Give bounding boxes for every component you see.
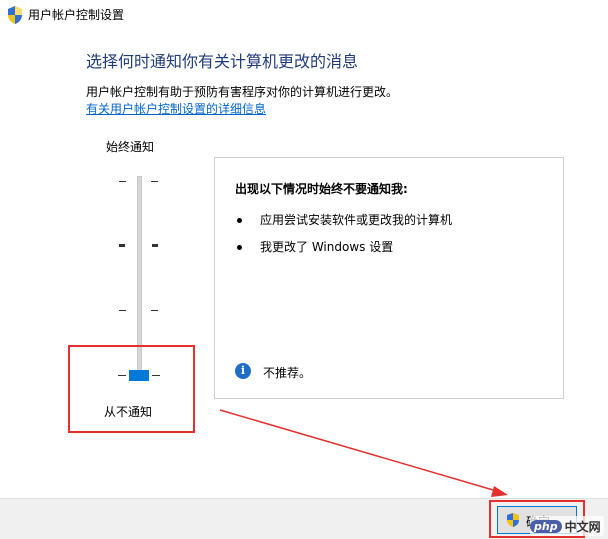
slider-tick <box>152 244 158 247</box>
uac-shield-icon <box>8 6 22 24</box>
slider-tick <box>119 181 126 182</box>
slider-tick <box>151 310 158 311</box>
slider-top-label: 始终通知 <box>106 140 155 154</box>
window-title: 用户帐户控制设置 <box>28 8 125 22</box>
site-watermark: php 中文网 <box>530 516 604 536</box>
info-icon: i <box>235 363 251 379</box>
panel-bullet-text: 我更改了 Windows 设置 <box>260 240 394 254</box>
slider-tick <box>119 244 125 247</box>
level-description-panel: 出现以下情况时始终不要通知我: 应用尝试安装软件或更改我的计算机 我更改了 Wi… <box>214 157 564 399</box>
bullet-dot-icon <box>237 245 242 250</box>
bullet-dot-icon <box>237 218 242 223</box>
annotation-highlight-slider <box>68 345 195 433</box>
panel-bullet: 应用尝试安装软件或更改我的计算机 <box>237 211 452 228</box>
page-description: 用户帐户控制有助于预防有害程序对你的计算机进行更改。 <box>86 85 399 99</box>
slider-tick <box>119 310 126 311</box>
watermark-logo: php <box>530 519 562 533</box>
panel-note: 不推荐。 <box>263 366 312 380</box>
page-heading: 选择何时通知你有关计算机更改的消息 <box>86 52 359 71</box>
panel-bullet: 我更改了 Windows 设置 <box>237 238 393 255</box>
watermark-text: 中文网 <box>564 519 601 534</box>
slider-tick <box>151 181 158 182</box>
uac-help-link[interactable]: 有关用户帐户控制设置的详细信息 <box>86 100 266 117</box>
title-bar: 用户帐户控制设置 <box>0 0 608 30</box>
panel-bullet-text: 应用尝试安装软件或更改我的计算机 <box>260 213 453 227</box>
panel-title: 出现以下情况时始终不要通知我: <box>235 182 408 196</box>
